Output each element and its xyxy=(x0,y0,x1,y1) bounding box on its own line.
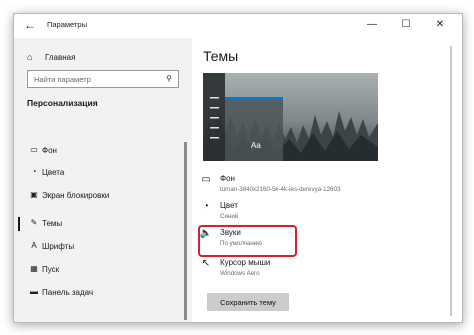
home-icon: ⌂ xyxy=(27,52,33,62)
section-title: Персонализация xyxy=(27,98,98,108)
option-title: Курсор мыши xyxy=(220,258,271,267)
sidebar-item-label: Пуск xyxy=(42,265,60,274)
preview-sample-text: Aa xyxy=(251,141,261,150)
search-box[interactable]: ⚲ xyxy=(27,70,179,88)
content-scrollbar[interactable] xyxy=(450,46,452,316)
sidebar-item-label: Темы xyxy=(42,219,63,228)
image-icon: ▭ xyxy=(30,145,38,154)
theme-preview-image xyxy=(203,73,378,161)
brush-icon: ✎ xyxy=(30,218,38,227)
theme-preview[interactable]: Aa xyxy=(203,73,378,161)
option-title: Фон xyxy=(220,174,235,183)
minimize-button[interactable]: — xyxy=(360,16,384,34)
sidebar-item-label: Фон xyxy=(42,146,57,155)
option-subtitle: Windows Aero xyxy=(220,270,260,277)
palette-icon: ◔ xyxy=(202,201,210,212)
settings-window: ← Параметры — ☐ ✕ ⌂ Главная ⚲ Персонализ… xyxy=(13,13,463,323)
sidebar-item-start[interactable]: ▦ Пуск xyxy=(14,260,192,280)
theme-option-cursor[interactable]: ↖ Курсор мыши Windows Aero xyxy=(192,256,432,284)
page-title: Темы xyxy=(203,48,239,64)
sounds-highlight-frame xyxy=(198,225,297,257)
sidebar: ⌂ Главная ⚲ Персонализация ▭ Фон ◔ Цвета… xyxy=(14,38,192,322)
start-icon: ▦ xyxy=(30,264,38,273)
sidebar-item-colors[interactable]: ◔ Цвета xyxy=(14,163,192,183)
sidebar-item-lock-screen[interactable]: ▣ Экран блокировки xyxy=(14,186,192,206)
palette-icon: ◔ xyxy=(31,167,37,176)
image-icon: ▭ xyxy=(201,174,211,185)
sidebar-item-taskbar[interactable]: ▬ Панель задач xyxy=(14,283,192,303)
sidebar-item-label: Цвета xyxy=(42,168,65,177)
title-bar: ← Параметры — ☐ ✕ xyxy=(14,14,462,38)
option-subtitle: tuman-3840x2160-5k-4k-les-derevya-12603 xyxy=(220,186,341,193)
search-icon[interactable]: ⚲ xyxy=(166,74,172,83)
window-title: Параметры xyxy=(47,20,87,29)
sidebar-item-label: Панель задач xyxy=(42,288,94,297)
sidebar-item-label: Экран блокировки xyxy=(42,191,110,200)
sidebar-item-fonts[interactable]: A Шрифты xyxy=(14,237,192,257)
main-content: Темы Aa ▭ Фон tuman-3840x2160-5k-4k-les-… xyxy=(192,38,462,322)
option-title: Цвет xyxy=(220,201,238,210)
maximize-button[interactable]: ☐ xyxy=(394,16,418,34)
sidebar-item-background[interactable]: ▭ Фон xyxy=(14,141,192,161)
sidebar-scrollbar[interactable] xyxy=(184,142,187,320)
cursor-icon: ↖ xyxy=(201,258,211,269)
option-subtitle: Синий xyxy=(220,213,239,220)
sidebar-item-label: Шрифты xyxy=(42,242,75,251)
sidebar-item-themes[interactable]: ✎ Темы xyxy=(14,214,192,234)
search-input[interactable] xyxy=(28,71,162,87)
font-icon: A xyxy=(31,241,37,250)
taskbar-icon: ▬ xyxy=(30,287,38,296)
back-arrow-icon[interactable]: ← xyxy=(24,18,36,32)
theme-option-color[interactable]: ◔ Цвет Синий xyxy=(192,199,432,227)
theme-option-background[interactable]: ▭ Фон tuman-3840x2160-5k-4k-les-derevya-… xyxy=(192,172,432,200)
home-label: Главная xyxy=(45,53,76,62)
lock-screen-icon: ▣ xyxy=(30,190,38,199)
close-button[interactable]: ✕ xyxy=(428,16,452,34)
save-theme-button[interactable]: Сохранить тему xyxy=(207,293,289,311)
